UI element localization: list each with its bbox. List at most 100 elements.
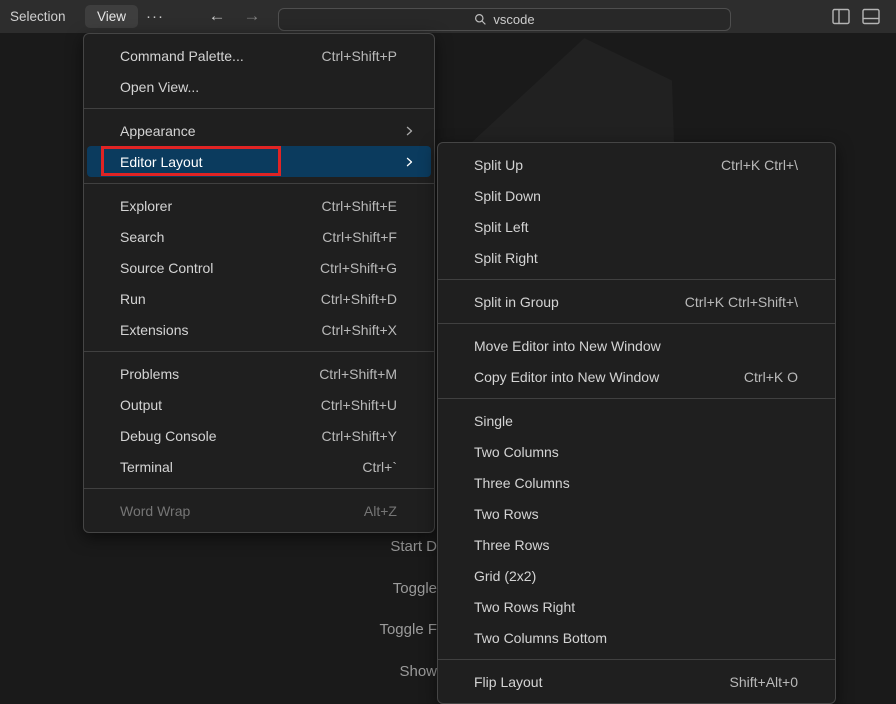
menu-item-explorer[interactable]: ExplorerCtrl+Shift+E [87, 190, 431, 221]
menu-item-run[interactable]: RunCtrl+Shift+D [87, 283, 431, 314]
menu-item-shortcut: Shift+Alt+0 [730, 674, 799, 690]
menu-item-source-control[interactable]: Source ControlCtrl+Shift+G [87, 252, 431, 283]
menu-item-grid-2x2[interactable]: Grid (2x2) [441, 560, 832, 591]
menu-item-label: Copy Editor into New Window [474, 369, 744, 385]
menu-item-shortcut: Alt+Z [364, 503, 397, 519]
menu-item-open-view[interactable]: Open View... [87, 71, 431, 102]
bottom-panel-icon [862, 8, 880, 25]
menu-item-appearance[interactable]: Appearance [87, 115, 431, 146]
menu-separator [84, 108, 434, 109]
toggle-panel-button[interactable] [861, 7, 881, 27]
menu-item-split-down[interactable]: Split Down [441, 180, 832, 211]
menu-item-three-rows[interactable]: Three Rows [441, 529, 832, 560]
background-text-fragment: Toggle [393, 580, 437, 597]
menu-item-shortcut: Ctrl+Shift+E [322, 198, 397, 214]
menu-item-shortcut: Ctrl+Shift+D [321, 291, 397, 307]
menu-separator [438, 279, 835, 280]
menu-item-label: Grid (2x2) [474, 568, 798, 584]
menu-separator [84, 351, 434, 352]
background-text-fragment: Start D [390, 538, 437, 555]
menu-item-shortcut: Ctrl+K O [744, 369, 798, 385]
menu-item-label: Three Rows [474, 537, 798, 553]
menu-item-shortcut: Ctrl+Shift+G [320, 260, 397, 276]
menu-item-command-palette[interactable]: Command Palette...Ctrl+Shift+P [87, 40, 431, 71]
menubar-overflow-button[interactable]: ··· [140, 0, 170, 33]
menu-separator [84, 488, 434, 489]
menu-item-word-wrap: Word WrapAlt+Z [87, 495, 431, 526]
menu-separator [438, 398, 835, 399]
menu-item-two-rows[interactable]: Two Rows [441, 498, 832, 529]
menu-item-debug-console[interactable]: Debug ConsoleCtrl+Shift+Y [87, 420, 431, 451]
menu-separator [84, 183, 434, 184]
menu-separator [438, 659, 835, 660]
menu-item-shortcut: Ctrl+Shift+M [319, 366, 397, 382]
menu-separator [438, 323, 835, 324]
menu-item-label: Explorer [120, 198, 322, 214]
menu-item-two-rows-right[interactable]: Two Rows Right [441, 591, 832, 622]
menu-item-single[interactable]: Single [441, 405, 832, 436]
chevron-right-icon [403, 155, 416, 168]
menu-item-label: Two Columns Bottom [474, 630, 798, 646]
menu-item-label: Run [120, 291, 321, 307]
menu-item-shortcut: Ctrl+Shift+U [321, 397, 397, 413]
menu-item-label: Two Rows Right [474, 599, 798, 615]
menu-item-three-columns[interactable]: Three Columns [441, 467, 832, 498]
menu-item-label: Output [120, 397, 321, 413]
background-shape [470, 36, 674, 142]
search-icon [474, 13, 487, 26]
menu-item-label: Two Columns [474, 444, 798, 460]
menu-item-label: Command Palette... [120, 48, 322, 64]
menu-item-label: Single [474, 413, 798, 429]
view-menu: Command Palette...Ctrl+Shift+P Open View.… [83, 33, 435, 533]
menu-item-editor-layout[interactable]: Editor Layout [87, 146, 431, 177]
menu-item-label: Two Rows [474, 506, 798, 522]
menu-item-search[interactable]: SearchCtrl+Shift+F [87, 221, 431, 252]
editor-layout-submenu: Split UpCtrl+K Ctrl+\ Split Down Split Lef… [437, 142, 836, 704]
menu-item-split-in-group[interactable]: Split in GroupCtrl+K Ctrl+Shift+\ [441, 286, 832, 317]
menu-item-shortcut: Ctrl+K Ctrl+Shift+\ [685, 294, 798, 310]
menu-item-label: Move Editor into New Window [474, 338, 798, 354]
menu-item-shortcut: Ctrl+Shift+Y [322, 428, 397, 444]
menu-item-label: Open View... [120, 79, 397, 95]
menu-item-label: Flip Layout [474, 674, 730, 690]
menu-item-two-columns[interactable]: Two Columns [441, 436, 832, 467]
menubar-item-view[interactable]: View [85, 5, 138, 28]
menubar-item-selection[interactable]: Selection [10, 0, 66, 33]
background-text-fragment: Toggle F [379, 621, 437, 638]
menu-item-split-left[interactable]: Split Left [441, 211, 832, 242]
menu-item-label: Extensions [120, 322, 322, 338]
menu-item-label: Split Down [474, 188, 798, 204]
toggle-split-editor-button[interactable] [831, 7, 851, 27]
menu-item-copy-editor-into-new-window[interactable]: Copy Editor into New WindowCtrl+K O [441, 361, 832, 392]
menu-item-label: Problems [120, 366, 319, 382]
menu-item-label: Search [120, 229, 322, 245]
menu-item-label: Three Columns [474, 475, 798, 491]
menu-item-label: Editor Layout [120, 154, 397, 170]
chevron-right-icon [403, 124, 416, 137]
menu-item-label: Word Wrap [120, 503, 364, 519]
forward-arrow-icon: → [244, 6, 261, 25]
menu-item-label: Split Right [474, 250, 798, 266]
menu-item-terminal[interactable]: TerminalCtrl+` [87, 451, 431, 482]
menu-item-label: Split in Group [474, 294, 685, 310]
menu-item-extensions[interactable]: ExtensionsCtrl+Shift+X [87, 314, 431, 345]
search-input[interactable]: vscode [278, 8, 731, 31]
search-value: vscode [493, 12, 534, 27]
menu-item-shortcut: Ctrl+Shift+F [322, 229, 397, 245]
menu-item-output[interactable]: OutputCtrl+Shift+U [87, 389, 431, 420]
titlebar: Selection View ··· ← → vscode [0, 0, 896, 33]
menu-item-shortcut: Ctrl+` [362, 459, 397, 475]
menu-item-two-columns-bottom[interactable]: Two Columns Bottom [441, 622, 832, 653]
menu-item-move-editor-into-new-window[interactable]: Move Editor into New Window [441, 330, 832, 361]
back-button[interactable]: ← [204, 0, 230, 33]
forward-button[interactable]: → [239, 0, 265, 33]
menu-item-problems[interactable]: ProblemsCtrl+Shift+M [87, 358, 431, 389]
menu-item-label: Appearance [120, 123, 397, 139]
menu-item-flip-layout[interactable]: Flip LayoutShift+Alt+0 [441, 666, 832, 697]
back-arrow-icon: ← [209, 6, 226, 25]
menu-item-label: Source Control [120, 260, 320, 276]
split-columns-icon [832, 8, 850, 25]
menu-item-split-up[interactable]: Split UpCtrl+K Ctrl+\ [441, 149, 832, 180]
background-text-fragment: Show [399, 663, 437, 680]
menu-item-split-right[interactable]: Split Right [441, 242, 832, 273]
